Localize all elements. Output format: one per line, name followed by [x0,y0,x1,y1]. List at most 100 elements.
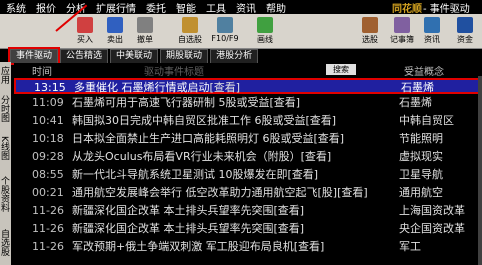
filter-icon [362,17,378,33]
table-row[interactable]: 10:18 日本拟全面禁止生产进口高能耗照明灯 6股或受益[查看] 节能照明 [14,131,480,147]
info-button[interactable]: 资讯 [417,16,447,46]
tab-futures-link[interactable]: 期股联动 [160,49,209,63]
table-row[interactable]: 09:28 从龙头Oculus布局看VR行业未来机会（附股）[查看] 虚拟现实 [14,149,480,165]
star-icon [182,17,198,33]
menu-smart[interactable]: 智能 [176,0,196,15]
row-time: 10:41 [32,114,64,127]
tab-announcements[interactable]: 公告精选 [60,49,109,63]
sidebar-item-watchlist[interactable]: 自选股 [0,222,11,262]
row-concept[interactable]: 卫星导航 [399,167,443,183]
table-row[interactable]: 13:15 多重催化 石墨烯行情或启动[查看] 石墨烯 [14,78,480,94]
row-concept[interactable]: 通用航空 [399,185,443,201]
draw-line-button[interactable]: 画线 [250,16,280,46]
cancel-icon [137,17,153,33]
info-icon [424,17,440,33]
row-title: 多重催化 石墨烯行情或启动[查看] [74,81,241,94]
watchlist-button[interactable]: 自选股 [175,16,205,46]
row-concept[interactable]: 石墨烯 [401,80,434,96]
row-concept[interactable]: 节能照明 [399,131,443,147]
row-concept[interactable]: 虚拟现实 [399,149,443,165]
menu-system[interactable]: 系统 [6,0,26,15]
sidebar-item-stock-info[interactable]: 个股资料 [0,170,11,218]
left-sidebar: 应用 分时图 K线图 个股资料 自选股 [0,62,11,265]
row-title: 通用航空发展峰会举行 低空改革助力通用航空起飞[股][查看] [72,186,368,199]
notebook-button[interactable]: 记事簿 [387,16,417,46]
table-row[interactable]: 10:41 韩国拟30日完成中韩自贸区批准工作 6股或受益[查看] 中韩自贸区 [14,113,480,129]
row-time: 10:18 [32,132,64,145]
view-link[interactable]: [查看] [270,96,301,109]
table-row[interactable]: 11:09 石墨烯可用于高速飞行器研制 5股或受益[查看] 石墨烯 [14,95,480,111]
table-row[interactable]: 08:55 新一代北斗导航系统卫星测试 10股爆发在即[查看] 卫星导航 [14,167,480,183]
funds-icon [457,17,473,33]
row-title: 从龙头Oculus布局看VR行业未来机会（附股）[查看] [72,150,332,163]
f10-icon [217,17,233,33]
buy-button[interactable]: 买入 [70,16,100,46]
row-title: 新疆深化国企改革 本土排头兵望率先突围[查看] [72,222,305,235]
menu-order[interactable]: 委托 [146,0,166,15]
f10-button[interactable]: F10/F9 [210,16,240,46]
row-time: 13:15 [34,81,66,94]
row-time: 11-26 [32,204,64,217]
table-row[interactable]: 11-26 军改预期+俄土争端双刺激 军工股迎布局良机[查看] 军工 [14,239,480,255]
row-concept[interactable]: 上海国资改革 [399,203,465,219]
sidebar-item-apps[interactable]: 应用 [0,64,11,86]
row-title: 新疆深化国企改革 本土排头兵望率先突围[查看] [72,204,305,217]
time-column-header: 时间 [32,67,52,78]
table-row[interactable]: 00:21 通用航空发展峰会举行 低空改革助力通用航空起飞[股][查看] 通用航… [14,185,480,201]
row-time: 08:55 [32,168,64,181]
concept-column-header: 受益概念 [404,67,444,78]
row-title: 新一代北斗导航系统卫星测试 10股爆发在即[查看] [72,168,319,181]
row-concept[interactable]: 石墨烯 [399,95,432,111]
search-button[interactable]: 搜索 [326,64,356,75]
tab-event-driven[interactable]: 事件驱动 [7,47,61,65]
row-concept[interactable]: 中韩自贸区 [399,113,454,129]
sell-button[interactable]: 卖出 [100,16,130,46]
view-link[interactable]: [查看] [288,168,319,181]
cancel-order-button[interactable]: 撤单 [130,16,160,46]
row-title: 日本拟全面禁止生产进口高能耗照明灯 6股或受益[查看] [72,132,345,145]
table-header: 时间 驱动事件标题 搜索 受益概念 [14,63,478,78]
buy-icon [77,17,93,33]
view-link[interactable]: [查看] [337,186,368,199]
row-concept[interactable]: 央企国资改革 [399,221,465,237]
sidebar-item-kline[interactable]: K线图 [0,130,11,166]
menu-ext-quote[interactable]: 扩展行情 [96,0,136,15]
view-link[interactable]: [查看] [274,204,305,217]
menu-tools[interactable]: 工具 [206,0,226,15]
view-link[interactable]: [查看] [210,81,241,94]
row-title: 石墨烯可用于高速飞行器研制 5股或受益[查看] [72,96,301,109]
menu-help[interactable]: 帮助 [266,0,286,15]
sell-icon [107,17,123,33]
view-link[interactable]: [查看] [294,240,325,253]
pencil-icon [257,17,273,33]
menu-quote[interactable]: 报价 [36,0,56,15]
row-time: 00:21 [32,186,64,199]
tab-hk-analysis[interactable]: 港股分析 [210,49,259,63]
row-time: 11-26 [32,222,64,235]
table-row[interactable]: 11-26 新疆深化国企改革 本土排头兵望率先突围[查看] 央企国资改革 [14,221,480,237]
funds-button[interactable]: 资金 [450,16,480,46]
vertical-scrollbar[interactable] [478,76,482,265]
view-link[interactable]: [查看] [314,132,345,145]
menu-bar: 系统 报价 分析 扩展行情 委托 智能 工具 资讯 帮助 同花顺 - 事件驱动 [0,0,482,15]
brand-logo: 同花顺 [392,4,422,15]
row-title: 韩国拟30日完成中韩自贸区批准工作 6股或受益[查看] [72,114,337,127]
table-row[interactable]: 11-26 新疆深化国企改革 本土排头兵望率先突围[查看] 上海国资改革 [14,203,480,219]
menu-info[interactable]: 资讯 [236,0,256,15]
view-link[interactable]: [查看] [274,222,305,235]
row-time: 11-26 [32,240,64,253]
row-time: 09:28 [32,150,64,163]
window-title: - 事件驱动 [423,4,470,15]
row-title: 军改预期+俄土争端双刺激 军工股迎布局良机[查看] [72,240,325,253]
view-link[interactable]: [查看] [301,150,332,163]
toolbar: 买入 卖出 撤单 自选股 F10/F9 画线 选股 记事簿 资讯 资金 [0,14,482,49]
stock-select-button[interactable]: 选股 [355,16,385,46]
tab-bar: 事件驱动 公告精选 中美联动 期股联动 港股分析 [7,47,260,65]
sidebar-item-timeshare[interactable]: 分时图 [0,90,11,126]
row-time: 11:09 [32,96,64,109]
view-link[interactable]: [查看] [306,114,337,127]
title-column-header: 驱动事件标题 [144,67,204,78]
row-concept[interactable]: 军工 [399,239,421,255]
tab-us-china-link[interactable]: 中美联动 [110,49,159,63]
notebook-icon [394,17,410,33]
